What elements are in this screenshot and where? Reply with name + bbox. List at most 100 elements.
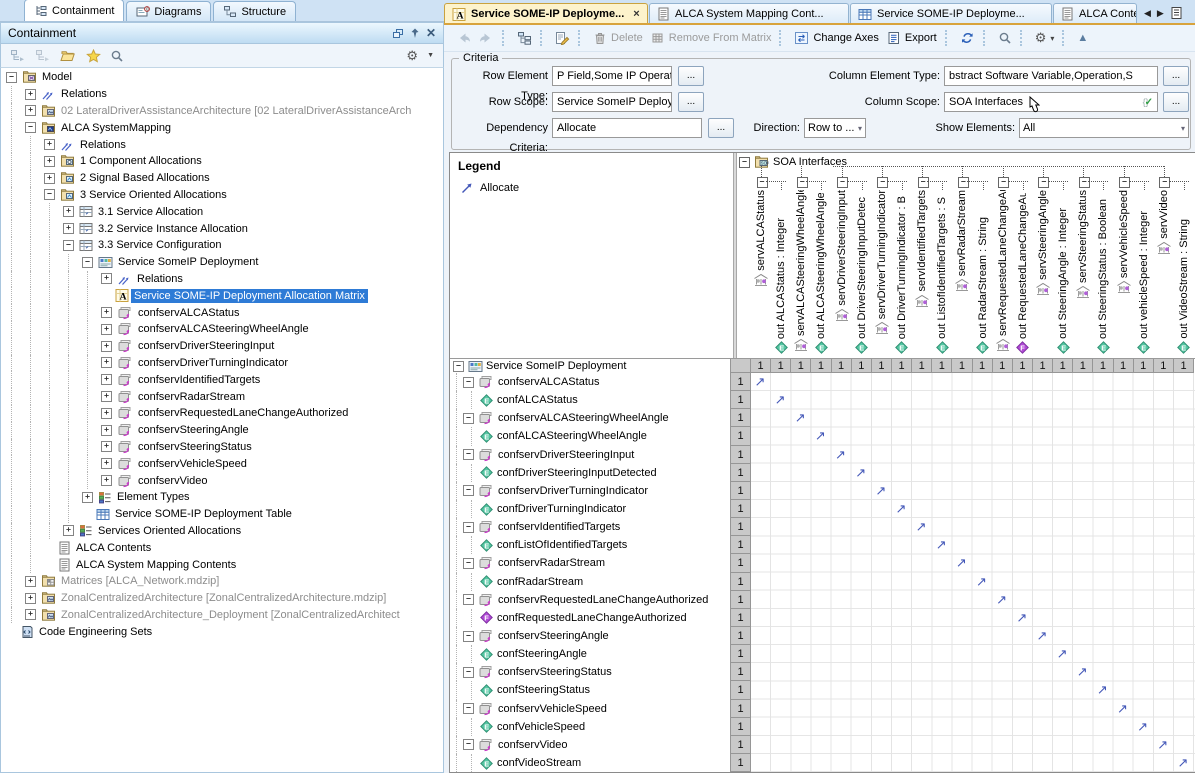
- tabs-prev-icon[interactable]: ◀: [1144, 8, 1151, 19]
- column-expander[interactable]: −: [958, 177, 969, 188]
- pin-icon[interactable]: [409, 27, 421, 39]
- dependency-criteria-field[interactable]: Allocate: [552, 118, 702, 138]
- tab-containment[interactable]: Containment: [24, 0, 124, 21]
- allocation-arrow[interactable]: ↗: [855, 466, 866, 479]
- tree-item[interactable]: −Service SomeIP Deployment: [2, 254, 442, 271]
- gear-icon[interactable]: ⚙: [406, 48, 418, 64]
- tree-item[interactable]: +1 Component Allocations: [2, 153, 442, 170]
- matrix-row[interactable]: −confservSteeringAngle: [450, 627, 730, 645]
- column-expander[interactable]: −: [998, 177, 1009, 188]
- tabs-next-icon[interactable]: ▶: [1157, 8, 1164, 19]
- tab-structure[interactable]: Structure: [213, 1, 296, 21]
- row-expander[interactable]: −: [463, 449, 474, 460]
- tree-item[interactable]: AService SOME-IP Deployment Allocation M…: [2, 287, 442, 304]
- row-expander[interactable]: −: [463, 703, 474, 714]
- tree-item[interactable]: +confservDriverSteeringInput: [2, 338, 442, 355]
- allocation-arrow[interactable]: ↗: [1036, 629, 1047, 642]
- document-tab[interactable]: Service SOME-IP Deployme...: [850, 3, 1052, 24]
- allocation-arrow[interactable]: ↗: [956, 556, 967, 569]
- refresh-button[interactable]: [956, 29, 979, 47]
- column-expander[interactable]: −: [757, 177, 768, 188]
- tree-expander[interactable]: +: [101, 441, 112, 452]
- row-expander[interactable]: −: [463, 594, 474, 605]
- tree-expander[interactable]: +: [25, 89, 36, 100]
- column-header[interactable]: out vehicleSpeed : IntegerE: [1134, 190, 1154, 356]
- collapse-criteria-button[interactable]: ▲: [1073, 30, 1092, 46]
- tree-expander[interactable]: +: [25, 576, 36, 587]
- tree-item[interactable]: +Matrices [ALCA_Network.mdzip]: [2, 573, 442, 590]
- tree-item[interactable]: +Relations: [2, 271, 442, 288]
- column-header[interactable]: out DriverSteeringInputDetecE: [852, 190, 872, 356]
- column-header[interactable]: out SteeringStatus : BooleanE: [1093, 190, 1113, 356]
- row-root[interactable]: −Service SomeIP Deployment: [450, 359, 730, 373]
- column-header[interactable]: servIdentifiedTargets: [912, 190, 932, 356]
- tree-item[interactable]: +Element Types: [2, 489, 442, 506]
- column-header[interactable]: servRequestedLaneChangeAu: [993, 190, 1013, 356]
- tree-expander[interactable]: +: [101, 408, 112, 419]
- row-expander[interactable]: −: [463, 558, 474, 569]
- tree-item[interactable]: +confservVideo: [2, 472, 442, 489]
- matrix-row[interactable]: EconfSteeringStatus: [450, 681, 730, 699]
- edit-properties-button[interactable]: [551, 29, 574, 47]
- change-axes-button[interactable]: Change Axes: [790, 29, 882, 47]
- tree-expander[interactable]: −: [44, 189, 55, 200]
- row-expander[interactable]: −: [463, 739, 474, 750]
- column-header[interactable]: servALCAStatus: [751, 190, 771, 356]
- allocation-arrow[interactable]: ↗: [795, 411, 806, 424]
- allocation-arrow[interactable]: ↗: [835, 448, 846, 461]
- export-button[interactable]: Export: [883, 29, 941, 47]
- column-header[interactable]: servDriverTurningIndicator: [872, 190, 892, 356]
- tree-item[interactable]: +ZonalCentralizedArchitecture [ZonalCent…: [2, 590, 442, 607]
- matrix-row[interactable]: EconfSteeringAngle: [450, 645, 730, 663]
- tree-item[interactable]: +confservALCASteeringWheelAngle: [2, 321, 442, 338]
- matrix-row[interactable]: FconfRequestedLaneChangeAuthorized: [450, 609, 730, 627]
- tree-item[interactable]: −3.3 Service Configuration: [2, 237, 442, 254]
- column-header[interactable]: out SteeringAngle : IntegerE: [1053, 190, 1073, 356]
- matrix-row[interactable]: EconfRadarStream: [450, 573, 730, 591]
- tab-diagrams[interactable]: 0Diagrams: [126, 1, 211, 21]
- tree-expander[interactable]: +: [25, 593, 36, 604]
- document-tab[interactable]: AService SOME-IP Deployme...×: [444, 3, 648, 24]
- allocation-arrow[interactable]: ↗: [1137, 720, 1148, 733]
- allocation-arrow[interactable]: ↗: [1077, 665, 1088, 678]
- restore-icon[interactable]: [392, 27, 404, 39]
- column-expander[interactable]: −: [877, 177, 888, 188]
- open-folder-icon[interactable]: [60, 49, 77, 63]
- row-expander[interactable]: −: [463, 377, 474, 388]
- column-header[interactable]: out ALCASteeringWheelAngleE: [811, 190, 831, 356]
- tree-item[interactable]: Code Engineering Sets: [2, 623, 442, 640]
- column-expander[interactable]: −: [1159, 177, 1170, 188]
- tree-item[interactable]: +confservALCAStatus: [2, 304, 442, 321]
- column-header[interactable]: out VideoStream : StringE: [1174, 190, 1194, 356]
- matrix-row[interactable]: −confservDriverTurningIndicator: [450, 482, 730, 500]
- column-header[interactable]: out RadarStream : StringE: [973, 190, 993, 356]
- allocation-arrow[interactable]: ↗: [976, 575, 987, 588]
- search-icon[interactable]: [110, 49, 124, 63]
- allocation-arrow[interactable]: ↗: [916, 520, 927, 533]
- tree-item[interactable]: +02 LateralDriverAssistanceArchitecture …: [2, 103, 442, 120]
- allocation-arrow[interactable]: ↗: [875, 484, 886, 497]
- row-root-expander[interactable]: −: [453, 361, 464, 372]
- tree-expander[interactable]: −: [63, 240, 74, 251]
- tree-expander[interactable]: +: [44, 139, 55, 150]
- allocation-arrow[interactable]: ↗: [755, 375, 766, 388]
- tree-expander[interactable]: +: [63, 206, 74, 217]
- column-header[interactable]: out ListofIdentifiedTargets : SE: [932, 190, 952, 356]
- dependency-criteria-browse-button[interactable]: ...: [708, 118, 734, 138]
- column-expander[interactable]: −: [1079, 177, 1090, 188]
- matrix-row[interactable]: −confservDriverSteeringInput: [450, 446, 730, 464]
- tree-item[interactable]: +confservRequestedLaneChangeAuthorized: [2, 405, 442, 422]
- tree-item[interactable]: +3.2 Service Instance Allocation: [2, 220, 442, 237]
- row-scope-field[interactable]: Service SomeIP Deployment{}: [552, 92, 672, 112]
- matrix-cells[interactable]: ↗↗↗↗↗↗↗↗↗↗↗↗↗↗↗↗↗↗↗↗↗↗: [751, 373, 1195, 772]
- show-elements-select[interactable]: All▾: [1019, 118, 1189, 138]
- allocation-arrow[interactable]: ↗: [1097, 683, 1108, 696]
- caret-down-icon[interactable]: ▼: [427, 52, 434, 59]
- tree-item[interactable]: ALCA Contents: [2, 539, 442, 556]
- tree-expander[interactable]: +: [101, 324, 112, 335]
- tree-expander[interactable]: +: [44, 156, 55, 167]
- tree-item[interactable]: +Relations: [2, 136, 442, 153]
- tree-expander[interactable]: −: [82, 257, 93, 268]
- close-tab-icon[interactable]: ×: [633, 8, 639, 20]
- tree-expander[interactable]: +: [25, 105, 36, 116]
